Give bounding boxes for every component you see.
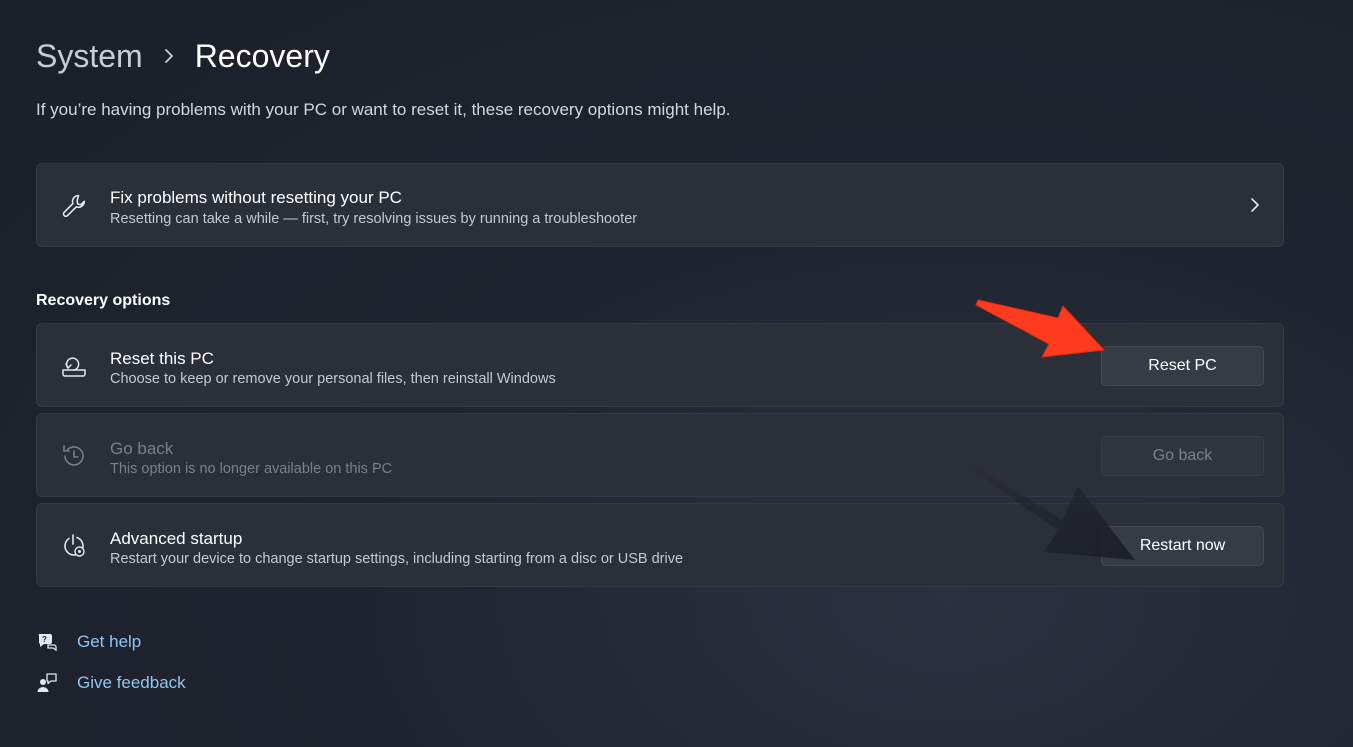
reset-pc-card: Reset this PC Choose to keep or remove y… — [36, 323, 1284, 407]
give-feedback-link[interactable]: Give feedback — [36, 672, 186, 694]
history-icon — [59, 441, 89, 471]
go-back-title: Go back — [110, 439, 174, 458]
go-back-subtitle: This option is no longer available on th… — [110, 461, 393, 477]
fix-problems-subtitle: Resetting can take a while — first, try … — [110, 211, 638, 227]
advanced-startup-card: Advanced startup Restart your device to … — [36, 503, 1284, 587]
get-help-link[interactable]: ? Get help — [36, 631, 141, 653]
fix-problems-title: Fix problems without resetting your PC — [110, 188, 402, 207]
give-feedback-label[interactable]: Give feedback — [77, 673, 186, 693]
chevron-right-icon — [1249, 196, 1261, 219]
advanced-startup-title: Advanced startup — [110, 529, 243, 548]
svg-text:?: ? — [42, 635, 47, 644]
help-chat-icon: ? — [36, 631, 58, 653]
page-title: Recovery — [194, 37, 330, 74]
go-back-card: Go back This option is no longer availab… — [36, 413, 1284, 497]
reset-pc-icon — [59, 351, 89, 381]
chevron-right-icon — [163, 48, 175, 64]
get-help-label[interactable]: Get help — [77, 632, 141, 652]
reset-pc-subtitle: Choose to keep or remove your personal f… — [110, 371, 556, 387]
go-back-button[interactable]: Go back — [1101, 436, 1264, 476]
section-title: Recovery options — [36, 292, 171, 309]
intro-text: If you’re having problems with your PC o… — [36, 100, 731, 119]
reset-pc-button[interactable]: Reset PC — [1101, 346, 1264, 386]
power-gear-icon — [59, 531, 89, 561]
breadcrumb-system[interactable]: System — [36, 38, 143, 75]
restart-now-button[interactable]: Restart now — [1101, 526, 1264, 566]
feedback-icon — [36, 672, 58, 694]
fix-problems-card[interactable]: Fix problems without resetting your PC R… — [36, 163, 1284, 247]
reset-pc-title: Reset this PC — [110, 349, 214, 368]
advanced-startup-subtitle: Restart your device to change startup se… — [110, 551, 684, 567]
breadcrumb: System Recovery — [36, 32, 330, 80]
wrench-icon — [59, 191, 89, 221]
